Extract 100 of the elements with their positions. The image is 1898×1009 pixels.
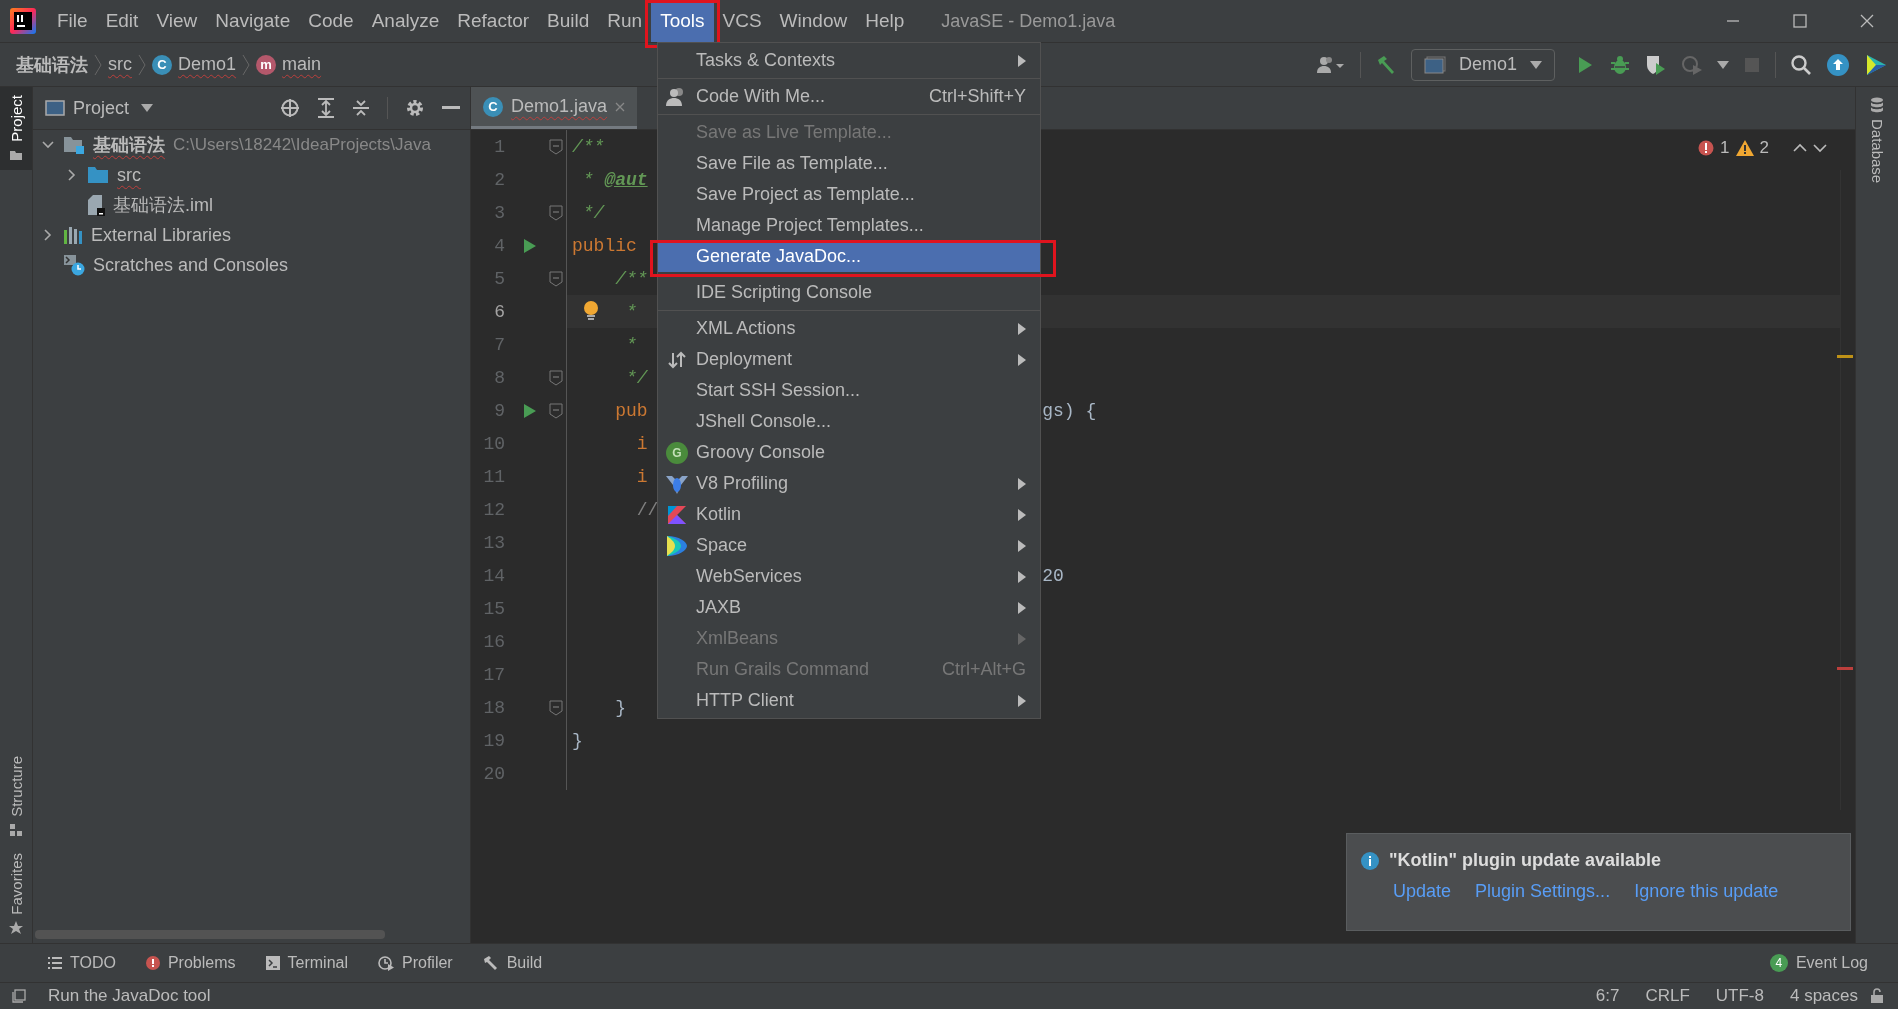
line-number: 11 — [482, 466, 506, 487]
status-message: Run the JavaDoc tool — [48, 986, 211, 1006]
menu-item[interactable]: IDE Scripting Console — [658, 277, 1040, 308]
tool-window-tab[interactable]: Structure — [0, 748, 32, 846]
menu-item[interactable]: V8 Profiling — [658, 468, 1040, 499]
menu-item[interactable]: Save File as Template... — [658, 148, 1040, 179]
code-text: */ — [626, 367, 648, 388]
run-configuration-dropdown[interactable]: Demo1 — [1411, 48, 1555, 81]
line-number: 10 — [482, 433, 506, 454]
menu[interactable]: Tools — [651, 0, 714, 42]
tool-window-button[interactable]: Profiler — [378, 954, 453, 972]
menu-item[interactable]: XML Actions — [658, 313, 1040, 344]
line-number: 13 — [482, 532, 506, 553]
menu-item[interactable]: Start SSH Session... — [658, 375, 1040, 406]
code-text: public — [572, 235, 637, 256]
menu[interactable]: View — [147, 0, 207, 42]
method-icon: m — [256, 54, 277, 75]
editor-tab[interactable]: C Demo1.java — [471, 87, 638, 129]
tree-item[interactable]: 基础语法 C:\Users\18242\IdeaProjects\Java — [33, 130, 470, 160]
menu[interactable]: Edit — [96, 0, 148, 42]
code-text: pub — [615, 400, 648, 421]
notification-link[interactable]: Ignore this update — [1634, 881, 1779, 902]
line-number: 2 — [493, 169, 506, 190]
menu[interactable]: VCS — [713, 0, 771, 42]
shortcut-text: Ctrl+Shift+Y — [928, 86, 1026, 107]
tree-item[interactable]: External Libraries — [33, 220, 470, 250]
path-text: C:\Users\18242\IdeaProjects\Java — [173, 135, 431, 155]
notification-link[interactable]: Update — [1393, 881, 1452, 902]
menu-item[interactable]: Manage Project Templates... — [658, 210, 1040, 241]
code-text: } — [615, 697, 627, 718]
menu[interactable]: Analyze — [362, 0, 449, 42]
tool-window-tab[interactable]: Project — [0, 87, 32, 170]
code-text: 20 — [1042, 565, 1064, 586]
breadcrumb[interactable]: m main — [256, 49, 322, 80]
menu-item[interactable]: Space — [658, 530, 1040, 561]
menu-item[interactable]: G Groovy Console — [658, 437, 1040, 468]
status-item[interactable]: 6:7 — [1595, 986, 1620, 1006]
menu-item[interactable]: Kotlin — [658, 499, 1040, 530]
line-number: 18 — [482, 697, 506, 718]
status-item[interactable]: CRLF — [1645, 986, 1690, 1006]
menu-item[interactable]: HTTP Client — [658, 685, 1040, 716]
breadcrumb[interactable]: C Demo1 — [152, 49, 237, 80]
tool-window-button[interactable]: 4 Event Log — [1769, 954, 1868, 972]
menu[interactable]: Refactor — [448, 0, 539, 42]
menu[interactable]: File — [48, 0, 97, 42]
menu-item[interactable]: Tasks & Contexts — [658, 45, 1040, 76]
menu-item[interactable]: JShell Console... — [658, 406, 1040, 437]
code-text: i — [636, 433, 648, 454]
line-number: 1 — [493, 136, 506, 157]
tool-window-button[interactable]: Problems — [145, 954, 236, 972]
window-title: JavaSE - Demo1.java — [941, 10, 1116, 32]
menu[interactable]: Navigate — [206, 0, 300, 42]
code-text: * — [626, 301, 637, 322]
menu-item[interactable]: Generate JavaDoc... — [658, 241, 1040, 272]
line-number: 6 — [493, 301, 506, 322]
menu[interactable]: Help — [856, 0, 914, 42]
line-number: 8 — [493, 367, 506, 388]
line-number: 14 — [482, 565, 506, 586]
code-text: gs) { — [1042, 400, 1097, 421]
error-count: 1 — [1720, 138, 1730, 158]
tree-item[interactable]: src — [33, 160, 470, 190]
menu-item[interactable]: Code With Me... Ctrl+Shift+Y — [658, 81, 1040, 112]
status-item[interactable]: UTF-8 — [1715, 986, 1764, 1006]
line-number: 4 — [493, 235, 506, 256]
code-text: * — [626, 334, 637, 355]
tool-window-tab[interactable]: Database — [1868, 87, 1886, 184]
menu-item[interactable]: JAXB — [658, 592, 1040, 623]
menu[interactable]: Window — [770, 0, 857, 42]
warning-count: 2 — [1759, 138, 1769, 158]
menu-item[interactable]: Deployment — [658, 344, 1040, 375]
status-item[interactable]: 4 spaces — [1789, 986, 1858, 1006]
count-badge: 4 — [1769, 954, 1788, 972]
menu[interactable]: Build — [538, 0, 599, 42]
menu[interactable]: Code — [299, 0, 363, 42]
code-text: i — [636, 466, 648, 487]
tool-window-button[interactable]: Terminal — [265, 954, 348, 972]
code-text: /** — [572, 136, 605, 157]
line-number: 9 — [493, 400, 506, 421]
line-number: 12 — [482, 499, 506, 520]
notification-title: "Kotlin" plugin update available — [1389, 850, 1662, 871]
menu-item[interactable]: Save Project as Template... — [658, 179, 1040, 210]
code-text: // — [636, 499, 659, 520]
menu[interactable]: Run — [598, 0, 652, 42]
tree-item[interactable]: 基础语法.iml — [33, 190, 470, 220]
line-number: 3 — [493, 202, 506, 223]
code-text: * @aut — [582, 169, 648, 190]
project-view-dropdown[interactable]: Project — [73, 97, 154, 119]
tool-window-tab[interactable]: Favorites — [0, 845, 32, 943]
tree-item[interactable]: Scratches and Consoles — [33, 250, 470, 280]
notification-link[interactable]: Plugin Settings... — [1475, 881, 1611, 902]
line-number: 16 — [482, 631, 506, 652]
line-number: 20 — [482, 763, 506, 784]
code-text: */ — [582, 202, 605, 223]
line-number: 15 — [482, 598, 506, 619]
breadcrumb[interactable]: 基础语法 — [16, 49, 88, 80]
breadcrumb[interactable]: src — [108, 49, 132, 80]
menu-item[interactable]: WebServices — [658, 561, 1040, 592]
code-text: /** — [615, 268, 648, 289]
tool-window-button[interactable]: Build — [482, 954, 543, 972]
tool-window-button[interactable]: TODO — [48, 954, 116, 972]
